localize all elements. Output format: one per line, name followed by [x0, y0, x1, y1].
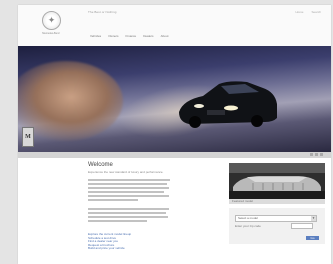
featured-caption: Featured model — [229, 199, 325, 204]
hero-banner[interactable]: M — [18, 46, 331, 152]
body-paragraph — [88, 179, 172, 224]
divider-strip — [18, 152, 331, 158]
nav-item-owners[interactable]: Owners — [108, 34, 118, 38]
link-list: Explore the current model lineup Schedul… — [88, 232, 168, 251]
model-badge: M — [22, 127, 34, 147]
model-select[interactable]: Select a model ▼ — [235, 215, 317, 222]
tagline: The Best or Nothing — [88, 10, 117, 14]
nav-item-finance[interactable]: Finance — [126, 34, 137, 38]
utility-link-search[interactable]: Search — [311, 10, 321, 14]
utility-link-home[interactable]: Home — [295, 10, 303, 14]
brand-name: Mercedes-Benz — [42, 32, 60, 35]
page-subline: Experience the new standard of luxury an… — [88, 170, 164, 174]
nav-item-dealers[interactable]: Dealers — [143, 34, 153, 38]
nav-item-about[interactable]: About — [161, 34, 169, 38]
star-logo-icon[interactable]: ✦ — [42, 11, 61, 30]
chevron-down-icon[interactable]: ▼ — [311, 216, 316, 221]
car-image — [179, 81, 277, 128]
link-item[interactable]: Build and price your vehicle — [88, 247, 168, 251]
browser-page: ✦ Mercedes-Benz The Best or Nothing Home… — [18, 5, 331, 264]
dealer-locator-box: Select a model ▼ Enter your zip code Go — [229, 208, 325, 244]
zip-input[interactable] — [291, 223, 313, 229]
site-header: ✦ Mercedes-Benz The Best or Nothing Home… — [18, 5, 331, 48]
nav-item-vehicles[interactable]: Vehicles — [90, 34, 101, 38]
page-headline: Welcome — [88, 162, 113, 168]
pager-dots[interactable] — [310, 153, 323, 156]
featured-photo[interactable] — [229, 163, 325, 199]
main-nav: Vehicles Owners Finance Dealers About — [90, 34, 168, 38]
utility-links: Home Search — [295, 10, 321, 14]
zip-label: Enter your zip code — [235, 224, 261, 228]
model-select-value: Select a model — [238, 216, 258, 220]
go-button[interactable]: Go — [306, 236, 319, 240]
logo-glyph: ✦ — [47, 15, 56, 25]
